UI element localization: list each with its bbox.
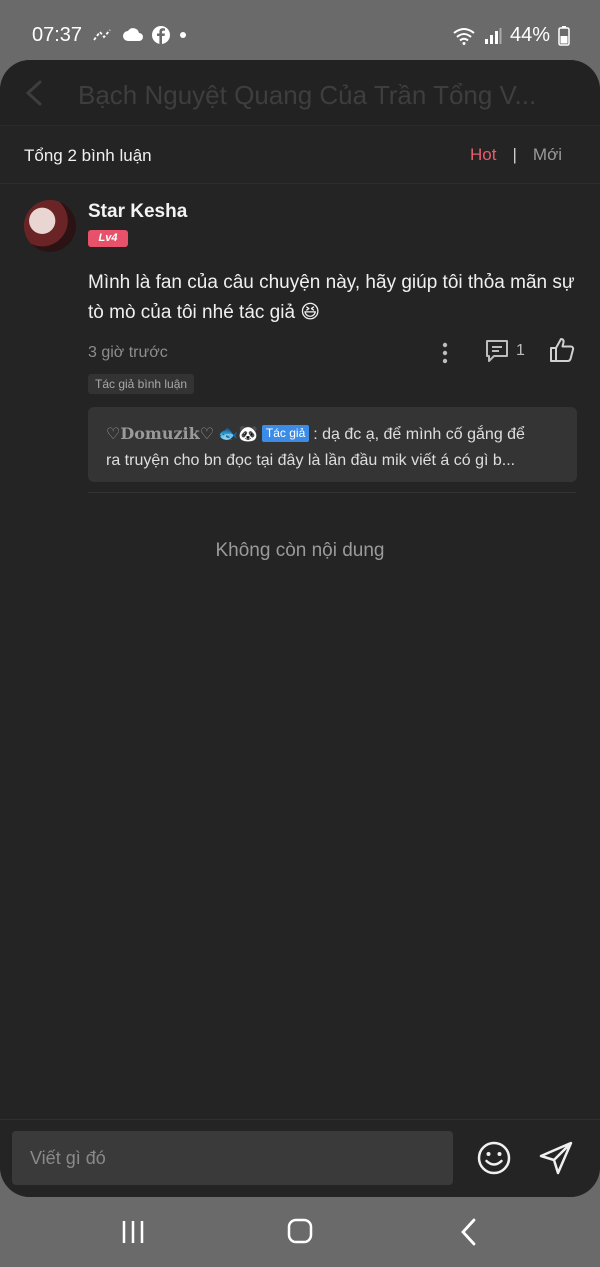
reply-author-name: ♡Domuzik♡: [106, 424, 215, 443]
comment-text: Mình là fan của câu chuyện này, hãy giúp…: [88, 272, 575, 323]
author-reply-preview[interactable]: ♡Domuzik♡ 🐟🐼 Tác giả: dạ đc ạ, để mình cố …: [88, 407, 577, 482]
nav-back-icon[interactable]: [458, 1217, 480, 1247]
status-left-icons: [92, 26, 188, 44]
title-bar: Bạch Nguyệt Quang Của Trần Tổng V...: [0, 60, 600, 126]
tab-hot[interactable]: Hot: [470, 145, 496, 165]
tab-separator: |: [512, 145, 517, 164]
reply-author-emoji: 🐟🐼: [218, 426, 258, 443]
author-commented-tag: Tác giả bình luận: [88, 374, 195, 394]
end-of-content: Không còn nội dung: [215, 540, 385, 561]
back-arrow-icon[interactable]: [20, 78, 48, 108]
reply-button[interactable]: 1: [484, 338, 525, 364]
send-icon[interactable]: [538, 1140, 574, 1176]
battery-percent: 44%: [509, 24, 550, 46]
level-badge: Lv4: [88, 230, 128, 247]
reply-line-1: ♡Domuzik♡ 🐟🐼 Tác giả: dạ đc ạ, để mình cố …: [106, 421, 561, 448]
cloud-icon: [123, 28, 143, 41]
like-thumb-icon[interactable]: [548, 336, 576, 364]
author-badge: Tác giả: [261, 425, 310, 442]
status-bar: 07:37 44%: [0, 0, 600, 62]
more-options-icon[interactable]: [436, 340, 454, 366]
tab-new[interactable]: Mới: [533, 145, 562, 165]
total-comments: Tổng 2 bình luận: [24, 146, 152, 165]
comment-item: Star Kesha Lv4 Mình là fan của câu chuyệ…: [0, 184, 600, 493]
reply-count: 1: [516, 342, 525, 359]
comment-sheet: Bạch Nguyệt Quang Của Trần Tổng V... Tổn…: [0, 60, 600, 1197]
book-title: Bạch Nguyệt Quang Của Trần Tổng V...: [78, 80, 537, 110]
comments-count-bar: Tổng 2 bình luận Hot | Mới: [0, 126, 600, 184]
emoji-icon[interactable]: [476, 1140, 512, 1176]
comment-input[interactable]: [12, 1131, 453, 1185]
comment-divider: [88, 492, 576, 493]
signal-icon: [484, 27, 502, 44]
notification-dot-icon: [180, 32, 186, 38]
comment-username[interactable]: Star Kesha: [88, 201, 187, 223]
reply-comment-icon: [486, 340, 508, 362]
status-right: 44%: [452, 24, 570, 47]
reply-text-2: ra truyện cho bn đọc tại đây là lần đầu …: [106, 452, 516, 469]
recent-apps-icon[interactable]: [120, 1219, 146, 1245]
battery-icon: [558, 25, 570, 46]
facebook-icon: [152, 26, 170, 44]
system-nav-bar: [0, 1197, 600, 1267]
sort-tabs: Hot | Mới: [470, 145, 562, 165]
home-icon[interactable]: [286, 1217, 314, 1245]
reply-text-1: : dạ đc ạ, để mình cố gắng để: [313, 426, 525, 443]
avatar[interactable]: [24, 200, 76, 252]
missed-call-icon: [93, 29, 111, 41]
wifi-icon: [453, 27, 475, 45]
status-time: 07:37: [32, 24, 83, 46]
comment-time: 3 giờ trước: [88, 344, 168, 361]
comment-input-bar: [0, 1119, 600, 1197]
